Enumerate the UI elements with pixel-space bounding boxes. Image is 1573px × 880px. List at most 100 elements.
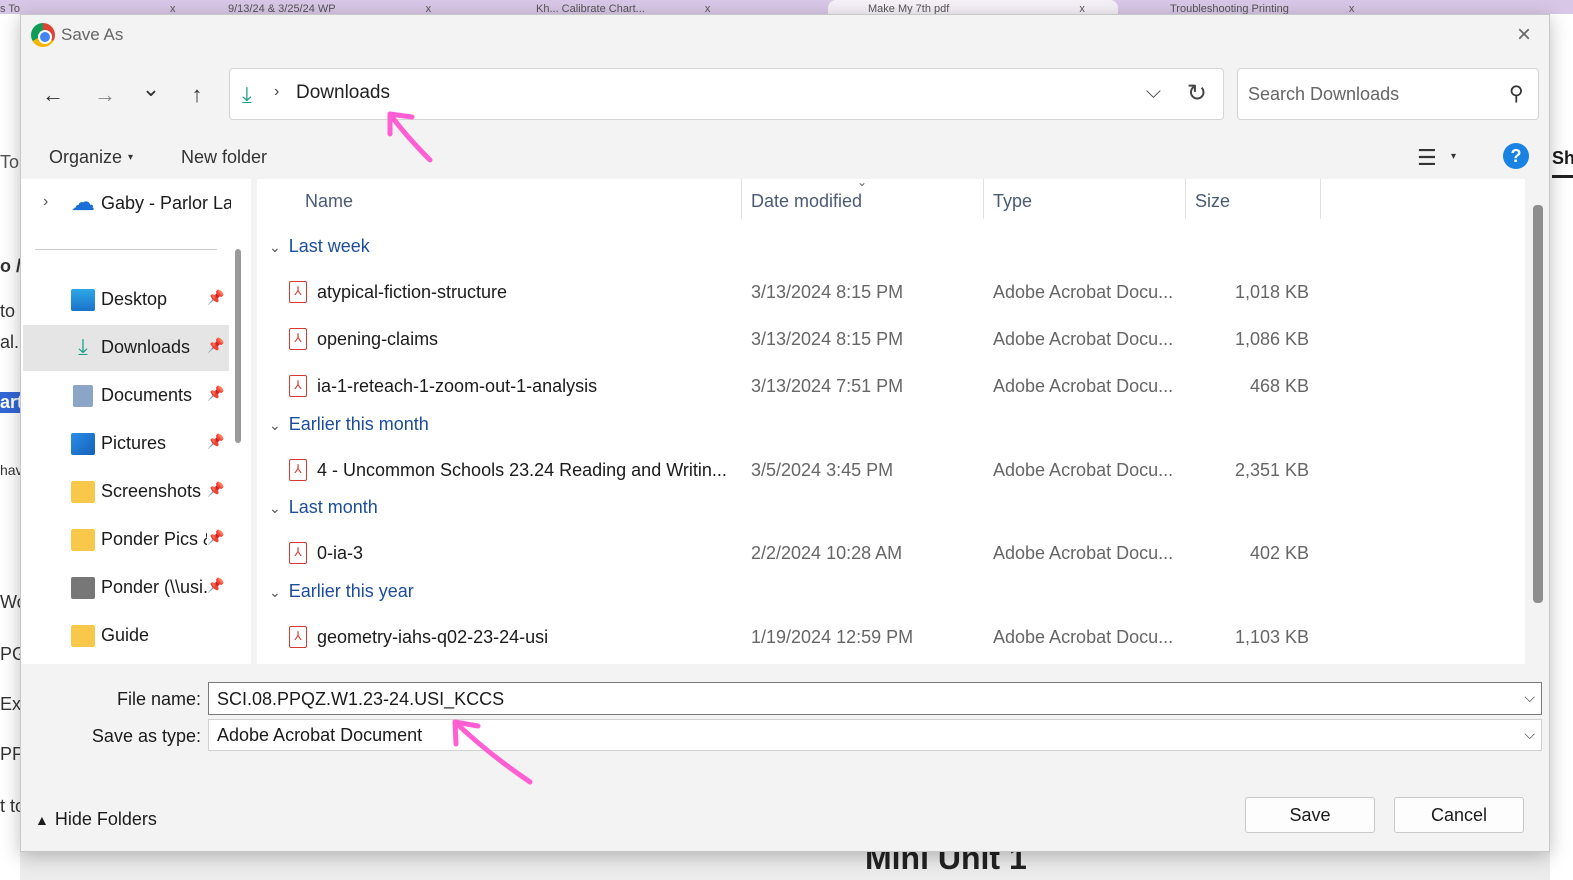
file-name-value[interactable]: SCI.08.PPQZ.W1.23-24.USI_KCCS bbox=[217, 689, 504, 710]
background-text: to bbox=[0, 301, 16, 321]
column-divider[interactable] bbox=[983, 179, 984, 219]
view-options-icon[interactable]: ☰ bbox=[1417, 145, 1437, 171]
folder-icon bbox=[71, 625, 95, 647]
sidebar-item-label: Ponder (\\usi... bbox=[101, 577, 207, 597]
hide-folders-button[interactable]: ▲ Hide Folders bbox=[35, 809, 157, 830]
file-type: Adobe Acrobat Docu... bbox=[993, 282, 1174, 302]
sidebar-item-label: Documents bbox=[101, 385, 193, 405]
column-header-name[interactable]: Name bbox=[305, 191, 353, 212]
sidebar-item-label: Ponder Pics & Videos bbox=[101, 529, 207, 549]
background-tab[interactable]: 9/13/24 & 3/25/24 WP x bbox=[228, 0, 508, 14]
navigation-pane: › ☁ Gaby - Parlor Lab Desktop 📌 ⤓ Downlo… bbox=[21, 179, 251, 664]
background-text: Sh bbox=[1552, 148, 1573, 178]
save-as-type-dropdown-icon[interactable]: ⌵ bbox=[1524, 726, 1535, 743]
search-icon[interactable]: ⚲ bbox=[1509, 81, 1524, 106]
file-row[interactable]: ⅄ atypical-fiction-structure 3/13/2024 8… bbox=[257, 271, 1325, 311]
column-header-type[interactable]: Type bbox=[993, 191, 1032, 212]
background-text: Exc bbox=[0, 694, 20, 714]
column-divider[interactable] bbox=[741, 179, 742, 219]
hide-folders-label: Hide Folders bbox=[54, 809, 157, 829]
column-divider[interactable] bbox=[1320, 179, 1321, 219]
up-folder-icon[interactable]: ↑ bbox=[179, 79, 215, 111]
file-name-label: File name: bbox=[116, 689, 201, 709]
sidebar-item-ponder-pics[interactable]: Ponder Pics & Videos 📌 bbox=[23, 517, 229, 563]
new-folder-button[interactable]: New folder bbox=[181, 147, 267, 168]
expand-chevron-icon[interactable]: › bbox=[43, 193, 48, 211]
group-header-earlier-this-month[interactable]: ⌄ Earlier this month bbox=[269, 414, 429, 435]
sidebar-item-desktop[interactable]: Desktop 📌 bbox=[23, 277, 229, 323]
help-icon[interactable]: ? bbox=[1503, 143, 1529, 169]
sidebar-item-ponder-network[interactable]: Ponder (\\usi... 📌 bbox=[23, 565, 229, 611]
desktop-icon bbox=[71, 289, 95, 311]
column-divider[interactable] bbox=[1185, 179, 1186, 219]
recent-locations-icon[interactable]: ⌄ bbox=[133, 73, 169, 105]
breadcrumb-downloads[interactable]: Downloads bbox=[296, 82, 390, 104]
file-name-field[interactable]: SCI.08.PPQZ.W1.23-24.USI_KCCS ⌵ bbox=[208, 682, 1542, 715]
file-type: Adobe Acrobat Docu... bbox=[993, 329, 1174, 349]
background-text: Wo bbox=[0, 592, 20, 612]
column-header-date[interactable]: Date modified bbox=[751, 191, 862, 212]
address-dropdown-icon[interactable]: ⌵ bbox=[1146, 81, 1161, 104]
file-list-scrollbar[interactable] bbox=[1533, 205, 1543, 603]
forward-icon[interactable]: → bbox=[87, 79, 123, 111]
file-name: 4 - Uncommon Schools 23.24 Reading and W… bbox=[317, 460, 727, 480]
file-row[interactable]: ⅄ 0-ia-3 2/2/2024 10:28 AM Adobe Acrobat… bbox=[257, 532, 1325, 572]
save-as-dialog: Save As × ← → ⌄ ↑ ⤓ › Downloads ⌵ ↻ ⚲ Or… bbox=[20, 14, 1550, 852]
pin-icon: 📌 bbox=[207, 529, 225, 545]
pdf-file-icon: ⅄ bbox=[289, 542, 307, 564]
search-box[interactable]: ⚲ bbox=[1237, 68, 1539, 120]
back-icon[interactable]: ← bbox=[35, 79, 71, 111]
search-input[interactable] bbox=[1248, 81, 1488, 107]
background-tab[interactable]: Kh... Calibrate Chart... x bbox=[536, 0, 816, 14]
sidebar-item-label: Pictures bbox=[101, 433, 167, 453]
view-caret-icon[interactable]: ▾ bbox=[1451, 151, 1456, 162]
group-header-last-month[interactable]: ⌄ Last month bbox=[269, 497, 378, 518]
sidebar-item-label: Guide bbox=[101, 625, 150, 645]
file-size: 2,351 KB bbox=[1234, 460, 1309, 480]
background-tab-active[interactable]: Make My 7th pdf x bbox=[828, 0, 1118, 14]
file-row[interactable]: ⅄ 4 - Uncommon Schools 23.24 Reading and… bbox=[257, 449, 1325, 489]
dialog-footer: ▲ Hide Folders Save Cancel bbox=[21, 761, 1549, 851]
file-date: 3/13/2024 7:51 PM bbox=[751, 376, 904, 396]
close-button[interactable]: × bbox=[1509, 21, 1539, 49]
file-name-dropdown-icon[interactable]: ⌵ bbox=[1524, 689, 1535, 706]
chrome-icon bbox=[31, 23, 55, 47]
sidebar-item-screenshots[interactable]: Screenshots 📌 bbox=[23, 469, 229, 515]
sidebar-item-guide[interactable]: Guide bbox=[23, 613, 229, 659]
group-header-earlier-this-year[interactable]: ⌄ Earlier this year bbox=[269, 581, 414, 602]
background-text: PG bbox=[0, 644, 20, 664]
save-button[interactable]: Save bbox=[1245, 797, 1375, 833]
pdf-file-icon: ⅄ bbox=[289, 281, 307, 303]
column-header-size[interactable]: Size bbox=[1195, 191, 1230, 212]
address-bar[interactable]: ⤓ › Downloads ⌵ ↻ bbox=[229, 68, 1224, 120]
file-name: atypical-fiction-structure bbox=[317, 282, 508, 302]
cancel-button[interactable]: Cancel bbox=[1394, 797, 1524, 833]
organize-caret-icon: ▾ bbox=[128, 152, 134, 163]
sidebar-item-downloads[interactable]: ⤓ Downloads 📌 bbox=[23, 325, 229, 371]
organize-button[interactable]: Organize ▾ bbox=[49, 147, 133, 168]
chevron-up-icon: ▲ bbox=[35, 812, 49, 828]
file-row[interactable]: ⅄ geometry-iahs-q02-23-24-usi 1/19/2024 … bbox=[257, 616, 1325, 656]
sidebar-item-documents[interactable]: Documents 📌 bbox=[23, 373, 229, 419]
downloads-icon: ⤓ bbox=[78, 334, 88, 359]
breadcrumb-separator-icon[interactable]: › bbox=[274, 83, 279, 101]
sidebar-item-pictures[interactable]: Pictures 📌 bbox=[23, 421, 229, 467]
file-row[interactable]: ⅄ opening-claims 3/13/2024 8:15 PM Adobe… bbox=[257, 318, 1325, 358]
background-text: hav bbox=[0, 462, 20, 478]
background-tab[interactable]: s To x bbox=[0, 0, 200, 14]
file-name: ia-1-reteach-1-zoom-out-1-analysis bbox=[317, 376, 598, 396]
collapse-chevron-icon: ⌄ bbox=[269, 239, 281, 255]
file-date: 1/19/2024 12:59 PM bbox=[751, 627, 914, 647]
refresh-icon[interactable]: ↻ bbox=[1187, 79, 1207, 108]
group-header-last-week[interactable]: ⌄ Last week bbox=[269, 236, 370, 257]
background-page-bottom: Mini Unit 1 bbox=[20, 852, 1550, 880]
navigation-scrollbar[interactable] bbox=[235, 249, 241, 443]
save-as-type-select[interactable]: Adobe Acrobat Document ⌵ bbox=[208, 719, 1542, 751]
background-tab[interactable]: Troubleshooting Printing x bbox=[1140, 0, 1430, 14]
collapse-chevron-icon: ⌄ bbox=[269, 417, 281, 433]
sidebar-item-onedrive[interactable]: › ☁ Gaby - Parlor Lab bbox=[23, 181, 231, 227]
file-row[interactable]: ⅄ ia-1-reteach-1-zoom-out-1-analysis 3/1… bbox=[257, 365, 1325, 405]
file-date: 2/2/2024 10:28 AM bbox=[751, 543, 903, 563]
background-tab-strip: s To x 9/13/24 & 3/25/24 WP x Kh... Calibr… bbox=[0, 0, 1573, 14]
dialog-title: Save As bbox=[61, 25, 124, 44]
